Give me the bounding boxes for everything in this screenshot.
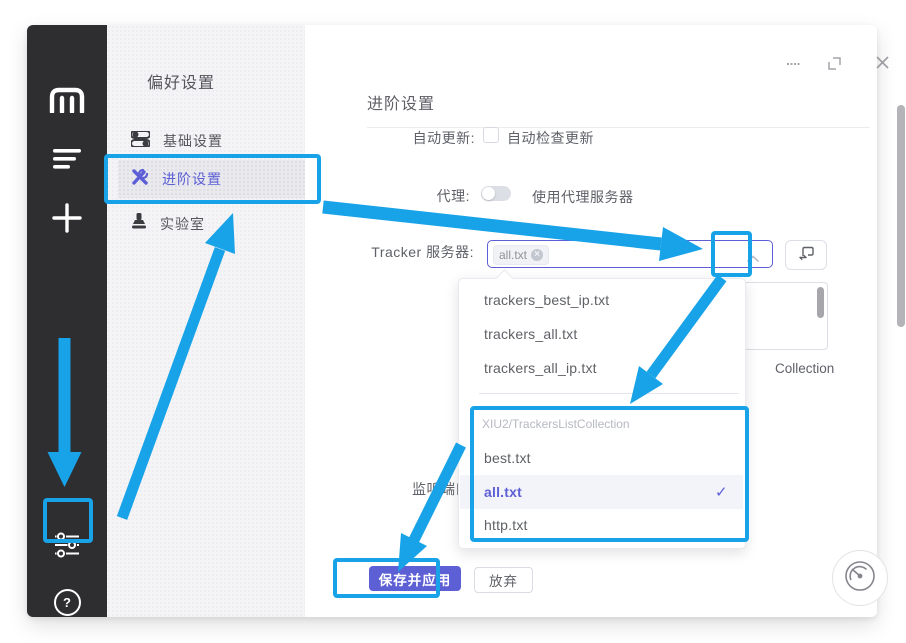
speed-button[interactable] <box>832 550 888 606</box>
auto-update-checkbox[interactable] <box>483 127 499 143</box>
help-icon[interactable]: ? <box>27 589 107 616</box>
annotation-box-settings-icon <box>43 498 93 543</box>
minimize-button[interactable] <box>787 63 800 65</box>
annotation-box-advanced-settings <box>104 154 321 204</box>
tracker-tag-label: all.txt <box>499 248 527 262</box>
restore-button[interactable] <box>828 57 841 75</box>
panel-title: 偏好设置 <box>147 69 215 93</box>
proxy-toggle[interactable] <box>481 186 511 201</box>
discard-button[interactable]: 放弃 <box>474 567 533 593</box>
help-glyph: ? <box>63 595 71 610</box>
motrix-logo <box>27 87 107 113</box>
speedometer-icon <box>844 560 876 597</box>
tracker-server-label: Tracker 服务器: <box>357 242 474 262</box>
dropdown-item[interactable]: trackers_all.txt <box>484 326 577 342</box>
tag-close-icon[interactable]: × <box>531 249 543 261</box>
tracker-tag: all.txt × <box>493 245 549 265</box>
textarea-scrollbar[interactable] <box>817 287 824 318</box>
task-list-icon[interactable] <box>27 147 107 171</box>
collection-text-fragment: Collection <box>775 361 834 376</box>
proxy-toggle-label: 使用代理服务器 <box>532 187 634 207</box>
main-scrollbar[interactable] <box>897 105 905 327</box>
lab-icon <box>131 213 147 235</box>
app-window: ? 偏好设置 基础设置 <box>27 25 877 617</box>
dropdown-item[interactable]: trackers_all_ip.txt <box>484 360 597 376</box>
auto-update-label: 自动更新: <box>360 128 475 148</box>
sidebar-item-label: 基础设置 <box>163 131 223 151</box>
annotation-box-chevron <box>711 231 752 277</box>
annotation-box-save-button <box>333 558 440 598</box>
page-title: 进阶设置 <box>367 90 435 114</box>
basic-settings-icon <box>131 131 150 152</box>
auto-update-checkbox-label: 自动检查更新 <box>507 128 594 148</box>
annotation-box-dropdown-group <box>470 406 749 542</box>
sync-icon <box>798 245 815 266</box>
sidebar-item-lab[interactable]: 实验室 <box>118 205 311 243</box>
dropdown-divider <box>479 393 739 394</box>
dropdown-item[interactable]: trackers_best_ip.txt <box>484 292 609 308</box>
proxy-label: 代理: <box>355 186 470 206</box>
add-task-icon[interactable] <box>27 202 107 234</box>
sync-tracker-button[interactable] <box>785 240 827 270</box>
close-button[interactable] <box>875 55 890 75</box>
screenshot-stage: ? 偏好设置 基础设置 <box>0 0 906 643</box>
sidebar-item-label: 实验室 <box>160 214 205 234</box>
preferences-panel: 偏好设置 基础设置 <box>107 25 305 617</box>
